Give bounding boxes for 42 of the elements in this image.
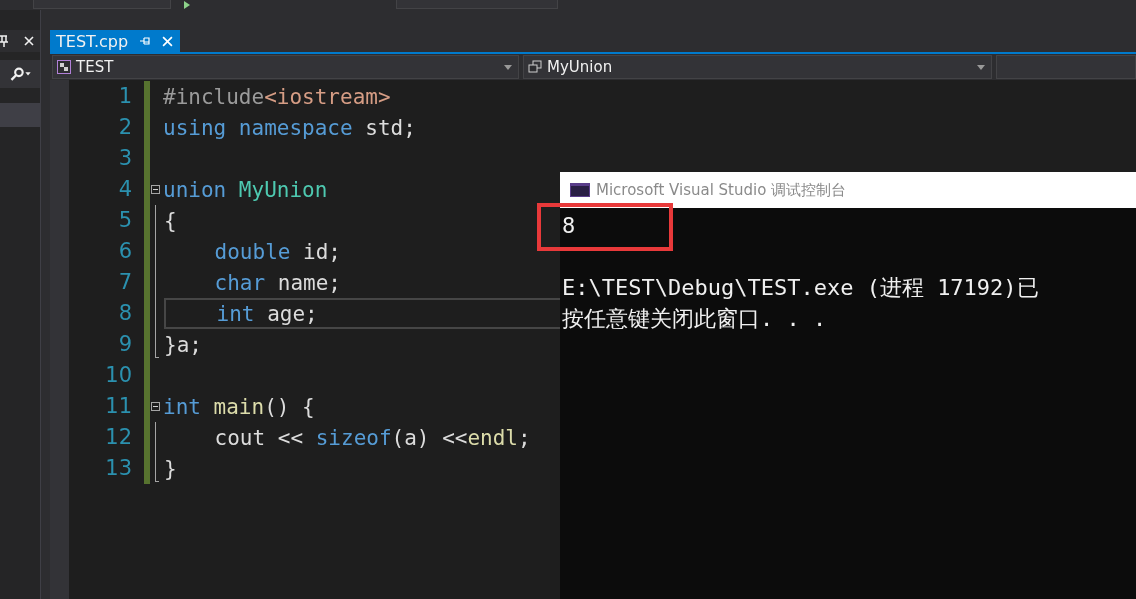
line-number: 13 [105, 455, 132, 482]
close-icon[interactable] [24, 36, 34, 46]
project-icon [57, 60, 71, 74]
collapse-icon[interactable] [151, 402, 160, 411]
class-icon [528, 60, 542, 74]
line-number: 7 [118, 269, 132, 296]
line-number: 8 [118, 300, 132, 327]
line-number: 3 [118, 145, 132, 172]
line-number: 6 [118, 238, 132, 265]
line-number: 5 [118, 207, 132, 234]
console-icon [570, 183, 590, 197]
scope-name: MyUnion [547, 58, 614, 76]
code-line: cout << sizeof(a) <<endl; [213, 425, 531, 450]
caret-icon [977, 64, 985, 70]
code-line: #include<iostream> [163, 84, 391, 109]
project-name: TEST [76, 58, 115, 76]
code-line: int age; [215, 301, 318, 326]
code-line: char name; [213, 270, 341, 295]
line-number: 11 [105, 393, 132, 420]
line-number: 10 [105, 362, 132, 389]
line-number: 12 [105, 424, 132, 451]
scope-dropdown[interactable]: MyUnion [523, 55, 992, 79]
code-line: } [164, 456, 177, 481]
code-line: { [164, 208, 177, 233]
caret-icon [504, 64, 512, 70]
console-output: 8 [562, 212, 576, 240]
code-line: union MyUnion [163, 177, 328, 202]
window-title: Microsoft Visual Studio 调试控制台 [596, 180, 847, 200]
line-number: 9 [118, 331, 132, 358]
line-number: 4 [118, 176, 132, 203]
line-number: 1 [118, 83, 132, 110]
line-number: 2 [118, 114, 132, 141]
project-dropdown[interactable]: TEST [52, 55, 519, 79]
code-line: int main() { [163, 394, 315, 419]
play-icon[interactable] [183, 1, 191, 9]
code-line: double id; [213, 239, 341, 264]
pin-icon[interactable] [0, 35, 8, 47]
code-line: }a; [164, 332, 202, 357]
console-output: 按任意键关闭此窗口. . . [562, 305, 827, 333]
code-line: using namespace std; [163, 115, 416, 140]
collapse-icon[interactable] [151, 185, 160, 194]
console-output: E:\TEST\Debug\TEST.exe (进程 17192)已 [562, 274, 1039, 302]
